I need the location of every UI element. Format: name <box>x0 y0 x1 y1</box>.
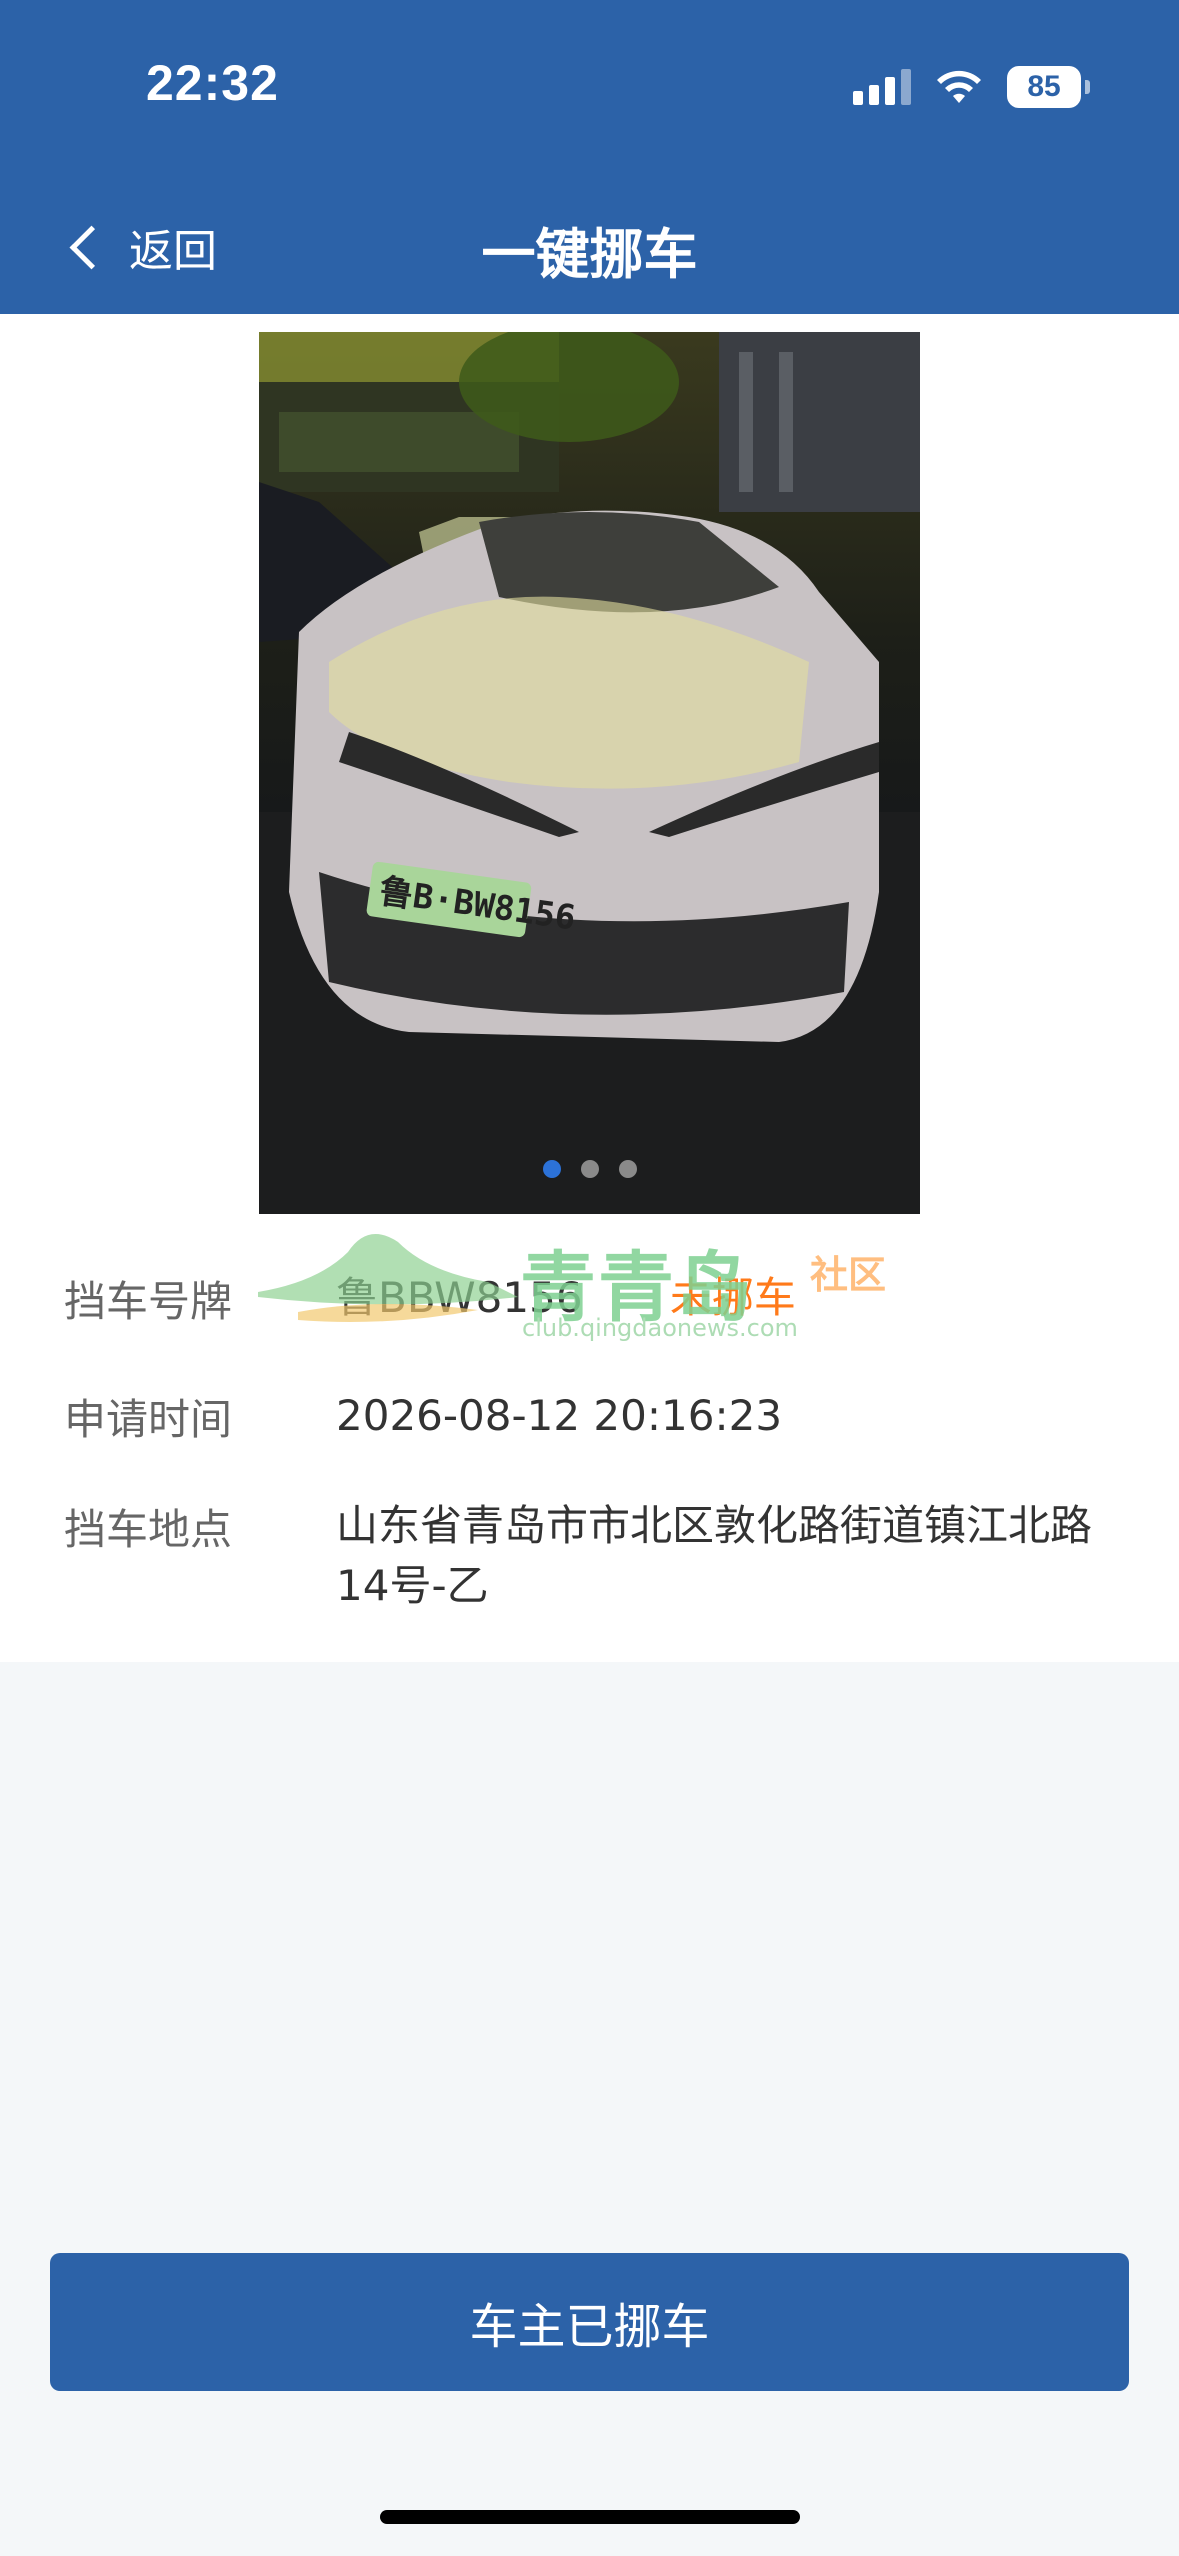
battery-icon: 85 <box>1007 66 1090 108</box>
plate-value-wrap: 鲁BBW8156 未挪车 <box>336 1268 1136 1329</box>
home-indicator[interactable] <box>380 2510 800 2524</box>
location-value: 山东省青岛市市北区敦化路街道镇江北路14号-乙 <box>336 1501 1093 1610</box>
location-row: 挡车地点 山东省青岛市市北区敦化路街道镇江北路14号-乙 <box>64 1496 1136 1616</box>
time-label: 申请时间 <box>64 1395 233 1444</box>
time-row: 申请时间 2026-08-12 20:16:23 <box>64 1386 1136 1447</box>
status-icons: 85 <box>853 62 1090 112</box>
cellular-signal-icon <box>853 69 911 105</box>
carousel-dot[interactable] <box>542 1160 561 1178</box>
car-illustration: 鲁B·BW8156 <box>259 332 920 1214</box>
car-photo: 鲁B·BW8156 <box>259 332 920 1214</box>
page-title: 一键挪车 <box>481 223 698 286</box>
carousel-dot[interactable] <box>580 1160 599 1178</box>
plate-value: 鲁BBW8156 <box>336 1273 583 1322</box>
plate-label: 挡车号牌 <box>64 1277 233 1326</box>
location-label: 挡车地点 <box>64 1505 233 1554</box>
details-panel: 挡车号牌 鲁BBW8156 未挪车 申请时间 2026-08-12 20:16:… <box>0 1214 1179 1662</box>
photo-carousel[interactable]: 鲁B·BW8156 <box>0 314 1179 1214</box>
battery-level: 85 <box>1027 70 1061 103</box>
plate-row: 挡车号牌 鲁BBW8156 未挪车 <box>64 1268 1136 1329</box>
status-time: 22:32 <box>146 55 279 111</box>
time-value: 2026-08-12 20:16:23 <box>336 1391 783 1440</box>
confirm-moved-button[interactable]: 车主已挪车 <box>50 2253 1129 2391</box>
carousel-indicator <box>259 1160 920 1178</box>
carousel-dot[interactable] <box>618 1160 637 1178</box>
wifi-icon <box>937 70 981 103</box>
app-header: 22:32 85 返回 一键挪车 <box>0 0 1179 314</box>
status-badge: 未挪车 <box>669 1273 796 1322</box>
